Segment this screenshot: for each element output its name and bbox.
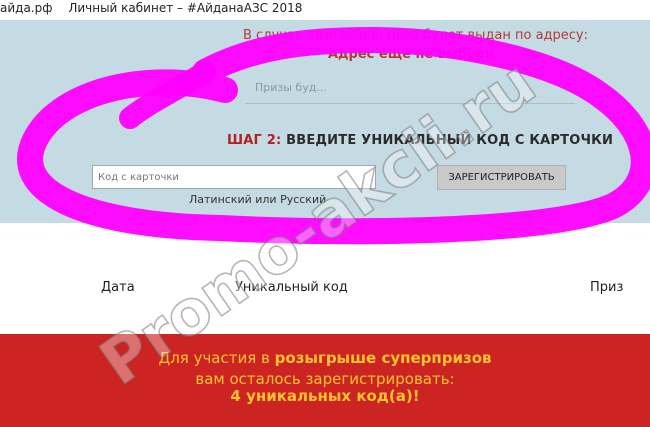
- column-date: Дата: [101, 280, 135, 295]
- banner-line-3: 4 уникальных код(а)!: [230, 387, 420, 405]
- address-notice: В случае выигрыша, приз будет выдан по а…: [243, 28, 588, 43]
- input-hint: Латинский или Русский: [189, 193, 327, 206]
- column-prize: Приз: [590, 280, 624, 295]
- divider: [245, 103, 575, 104]
- register-button[interactable]: ЗАРЕГИСТРИРОВАТЬ: [437, 165, 566, 190]
- promo-banner: Для участия в розыгрыше суперпризов вам …: [0, 334, 650, 427]
- prize-hint: Призы буд...: [255, 81, 327, 94]
- banner-line-2: вам осталось зарегистрировать:: [195, 370, 455, 388]
- codes-table-header: Дата Уникальный код Приз: [0, 280, 650, 298]
- browser-tab-bar: айда.рф Личный кабинет – #АйданаАЗС 2018: [0, 0, 650, 20]
- banner-line-1: Для участия в розыгрыше суперпризов: [0, 349, 650, 367]
- step-number: ШАГ 2:: [227, 133, 282, 148]
- banner-line-1-prefix: Для участия в: [158, 349, 270, 367]
- registration-panel: В случае выигрыша, приз будет выдан по а…: [0, 20, 650, 223]
- banner-line-1-bold: розыгрыше суперпризов: [274, 349, 492, 367]
- column-unique-code: Уникальный код: [235, 280, 348, 295]
- code-input[interactable]: [92, 165, 376, 189]
- step-text: ВВЕДИТЕ УНИКАЛЬНЫЙ КОД С КАРТОЧКИ: [286, 133, 614, 148]
- site-domain[interactable]: айда.рф: [0, 1, 53, 15]
- step-heading: ШАГ 2: ВВЕДИТЕ УНИКАЛЬНЫЙ КОД С КАРТОЧКИ: [227, 133, 613, 148]
- address-status: Адрес еще не выбран: [328, 47, 494, 62]
- page-tab-title[interactable]: Личный кабинет – #АйданаАЗС 2018: [68, 1, 302, 15]
